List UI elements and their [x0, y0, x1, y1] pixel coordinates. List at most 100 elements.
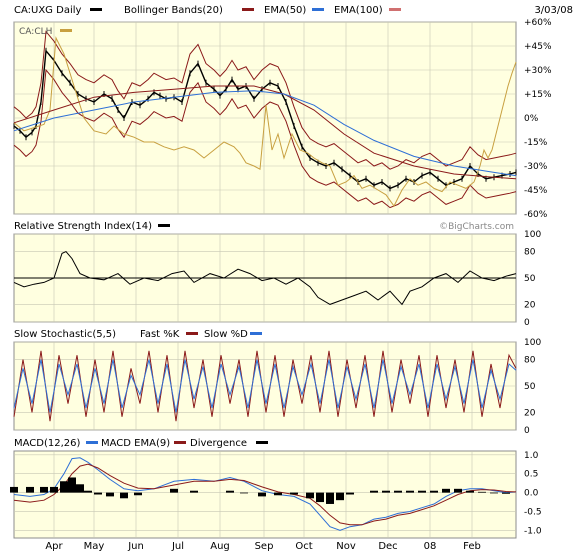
rsi-ytick-label-0: 100: [524, 230, 541, 240]
divergence-bar-31: [418, 490, 426, 493]
macd-ytick-label-3: -0.5: [524, 508, 542, 518]
slow-d-legend-swatch: [250, 332, 262, 335]
comparison-label: CA:CLH: [19, 27, 52, 37]
rsi-ytick-label-4: 0: [524, 318, 530, 328]
price-ytick-label-2: +30%: [524, 66, 552, 76]
x-tick-label-3: Jul: [171, 541, 184, 552]
divergence-bar-27: [370, 490, 378, 493]
x-tick-label-10: Feb: [463, 541, 481, 552]
macd-panel: 1.0 0.5 0.0 -0.5 -1.0: [10, 450, 542, 539]
rsi-ytick-label-3: 20: [524, 300, 536, 310]
ema50-label: EMA(50): [264, 5, 306, 16]
divergence-bar-17: [240, 492, 248, 494]
bollinger-legend-swatch: [242, 8, 254, 11]
stochastic-ytick-label-2: 50: [524, 382, 536, 392]
technical-chart: CA:UXG Daily Bollinger Bands(20) EMA(50)…: [0, 0, 579, 553]
comparison-legend-swatch: [60, 29, 72, 32]
stochastic-ytick-label-1: 80: [524, 356, 536, 366]
divergence-bar-1: [26, 486, 34, 493]
chart-date: 3/03/08: [534, 5, 573, 16]
price-ytick-label-8: -60%: [524, 210, 548, 220]
divergence-bar-11: [134, 492, 142, 496]
divergence-bar-33: [442, 488, 450, 493]
macd-title: MACD(12,26): [14, 438, 81, 449]
divergence-bar-24: [336, 492, 344, 501]
price-ytick-label-3: +15%: [524, 90, 552, 100]
price-ytick-label-7: -45%: [524, 186, 548, 196]
macd-ytick-label-1: 0.5: [524, 470, 538, 480]
divergence-bar-21: [306, 492, 314, 499]
bollinger-label: Bollinger Bands(20): [124, 5, 223, 16]
stochastic-panel: 100 80 50 20 0: [13, 338, 541, 436]
divergence-bar-22: [316, 492, 324, 503]
price-ytick-label-5: -15%: [524, 138, 548, 148]
divergence-bar-16: [226, 490, 234, 493]
x-tick-label-9: 08: [424, 541, 437, 552]
rsi-title: Relative Strength Index(14): [14, 221, 152, 232]
fast-k-label: Fast %K: [140, 329, 180, 340]
divergence-bar-29: [394, 490, 402, 493]
symbol-label: CA:UXG Daily: [14, 5, 81, 16]
rsi-panel: 100 80 50 20 0: [13, 230, 541, 328]
ema50-legend-swatch: [312, 8, 324, 11]
divergence-bar-5: [68, 477, 76, 493]
macd-ema-legend-swatch: [174, 441, 186, 444]
x-tick-label-0: Apr: [45, 541, 63, 552]
divergence-bar-13: [170, 488, 178, 493]
watermark: ©BigCharts.com: [439, 222, 514, 232]
divergence-bar-19: [274, 492, 282, 496]
macd-ytick-label-4: -1.0: [524, 526, 542, 536]
x-tick-label-6: Oct: [295, 541, 312, 552]
divergence-bar-37: [490, 492, 498, 494]
divergence-bar-36: [478, 491, 486, 493]
divergence-bar-20: [290, 492, 298, 495]
price-ytick-label-4: 0%: [524, 114, 539, 124]
macd-ema-label: MACD EMA(9): [101, 438, 170, 449]
divergence-bar-30: [406, 490, 414, 493]
divergence-bar-34: [454, 488, 462, 493]
divergence-bar-7: [84, 490, 92, 493]
chart-stage: CA:UXG Daily Bollinger Bands(20) EMA(50)…: [0, 0, 579, 553]
divergence-bar-14: [190, 490, 198, 493]
x-tick-label-8: Dec: [378, 541, 397, 552]
divergence-bar-2: [40, 486, 48, 493]
x-tick-label-2: Jun: [127, 541, 144, 552]
divergence-bar-6: [76, 484, 84, 493]
price-ytick-label-0: +60%: [524, 18, 552, 28]
price-ytick-label-6: -30%: [524, 162, 548, 172]
x-tick-label-5: Sep: [255, 541, 274, 552]
rsi-legend-swatch: [158, 224, 170, 227]
ema100-legend-swatch: [389, 8, 401, 11]
price-legend-swatch: [90, 8, 102, 11]
rsi-ytick-label-2: 50: [524, 274, 536, 284]
stochastic-ytick-label-4: 0: [524, 426, 530, 436]
slow-d-label: Slow %D: [204, 329, 248, 340]
divergence-bar-9: [106, 492, 114, 497]
divergence-bar-18: [258, 492, 266, 497]
divergence-bar-10: [120, 492, 128, 499]
divergence-bar-3: [50, 486, 58, 493]
rsi-ytick-label-1: 80: [524, 248, 536, 258]
divergence-bar-23: [326, 492, 334, 504]
divergence-bar-28: [382, 490, 390, 493]
macd-ytick-label-2: 0.0: [524, 489, 539, 499]
x-tick-label-7: Nov: [336, 541, 356, 552]
ema100-label: EMA(100): [334, 5, 383, 16]
x-tick-label-4: Aug: [210, 541, 230, 552]
stochastic-title: Slow Stochastic(5,5): [14, 329, 116, 340]
price-ytick-label-1: +45%: [524, 42, 552, 52]
divergence-bar-8: [94, 492, 102, 495]
price-panel: +60% +45% +30% +15% 0% -15% -30% -45% -60%: [13, 18, 552, 220]
divergence-bar-35: [466, 490, 474, 493]
stochastic-ytick-label-0: 100: [524, 338, 541, 348]
divergence-bar-25: [346, 492, 354, 495]
stochastic-ytick-label-3: 20: [524, 408, 536, 418]
divergence-bar-4: [60, 481, 68, 493]
divergence-label: Divergence: [190, 438, 247, 449]
x-tick-label-1: May: [84, 541, 105, 552]
divergence-bar-32: [430, 490, 438, 493]
divergence-bar-38: [502, 492, 510, 494]
macd-legend-swatch: [86, 441, 98, 444]
fast-k-legend-swatch: [186, 332, 198, 335]
divergence-bar-0: [10, 486, 18, 493]
